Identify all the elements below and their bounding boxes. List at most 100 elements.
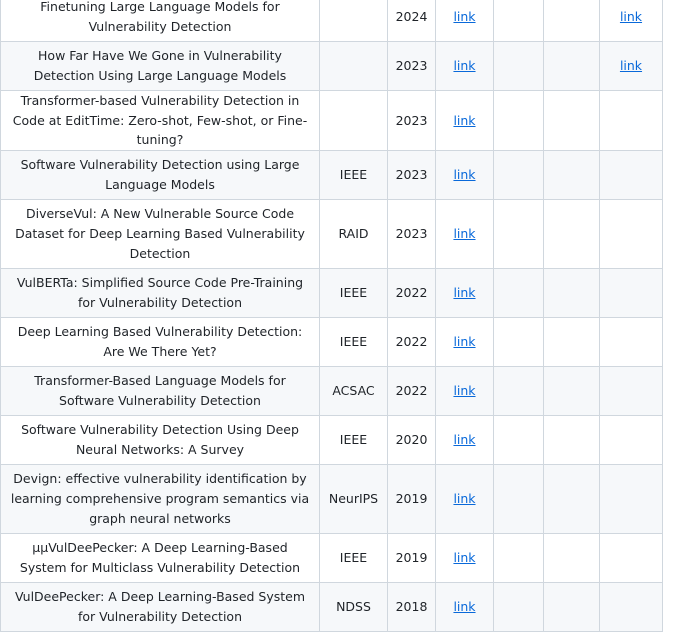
paper-link[interactable]: link <box>453 599 475 614</box>
empty-cell <box>493 0 544 42</box>
paper-venue: IEEE <box>319 532 388 583</box>
empty-cell <box>543 198 600 269</box>
paper-link[interactable]: link <box>453 113 475 128</box>
empty-cell <box>493 149 544 200</box>
empty-cell <box>543 316 600 367</box>
paper-title: Deep Learning Based Vulnerability Detect… <box>0 316 320 367</box>
paper-link-cell: link <box>435 0 494 42</box>
code-link[interactable]: link <box>620 58 642 73</box>
paper-venue: IEEE <box>319 316 388 367</box>
paper-year: 2020 <box>387 414 436 465</box>
paper-venue <box>319 90 388 151</box>
paper-year: 2023 <box>387 149 436 200</box>
table-row: How Far Have We Gone in Vulnerability De… <box>0 41 663 91</box>
empty-cell <box>543 365 600 416</box>
paper-link[interactable]: link <box>453 167 475 182</box>
paper-title: VulDeePecker: A Deep Learning-Based Syst… <box>0 581 320 632</box>
paper-link[interactable]: link <box>453 432 475 447</box>
paper-year: 2023 <box>387 198 436 269</box>
paper-link-cell: link <box>435 316 494 367</box>
table-row: Finetuning Large Language Models for Vul… <box>0 0 663 42</box>
paper-year: 2022 <box>387 267 436 318</box>
paper-link[interactable]: link <box>453 334 475 349</box>
empty-cell <box>543 41 600 91</box>
paper-year: 2019 <box>387 532 436 583</box>
code-link-cell <box>599 316 663 367</box>
paper-venue <box>319 0 388 42</box>
code-link-cell <box>599 532 663 583</box>
empty-cell <box>493 463 544 534</box>
table-row: DiverseVul: A New Vulnerable Source Code… <box>0 198 663 269</box>
paper-venue: NDSS <box>319 581 388 632</box>
empty-cell <box>493 198 544 269</box>
paper-venue: IEEE <box>319 267 388 318</box>
paper-year: 2023 <box>387 90 436 151</box>
paper-title: μμVulDeePecker: A Deep Learning-Based Sy… <box>0 532 320 583</box>
paper-link[interactable]: link <box>453 285 475 300</box>
paper-link[interactable]: link <box>453 58 475 73</box>
code-link-cell <box>599 198 663 269</box>
paper-link[interactable]: link <box>453 550 475 565</box>
paper-link[interactable]: link <box>453 9 475 24</box>
empty-cell <box>543 581 600 632</box>
table-row: Software Vulnerability Detection using L… <box>0 149 663 200</box>
paper-title: Transformer-based Vulnerability Detectio… <box>0 90 320 151</box>
paper-venue: IEEE <box>319 149 388 200</box>
paper-link-cell: link <box>435 41 494 91</box>
paper-link-cell: link <box>435 365 494 416</box>
table-row: μμVulDeePecker: A Deep Learning-Based Sy… <box>0 532 663 583</box>
code-link-cell <box>599 463 663 534</box>
empty-cell <box>493 532 544 583</box>
paper-title: Devign: effective vulnerability identifi… <box>0 463 320 534</box>
empty-cell <box>493 316 544 367</box>
table-row: Software Vulnerability Detection Using D… <box>0 414 663 465</box>
paper-venue <box>319 41 388 91</box>
code-link-cell: link <box>599 41 663 91</box>
paper-year: 2022 <box>387 365 436 416</box>
paper-year: 2024 <box>387 0 436 42</box>
code-link-cell <box>599 149 663 200</box>
paper-link-cell: link <box>435 463 494 534</box>
empty-cell <box>543 463 600 534</box>
paper-link-cell: link <box>435 267 494 318</box>
code-link-cell <box>599 365 663 416</box>
empty-cell <box>493 365 544 416</box>
code-link-cell <box>599 267 663 318</box>
code-link-cell <box>599 414 663 465</box>
paper-title: VulBERTa: Simplified Source Code Pre-Tra… <box>0 267 320 318</box>
paper-link-cell: link <box>435 149 494 200</box>
paper-link[interactable]: link <box>453 226 475 241</box>
paper-link[interactable]: link <box>453 383 475 398</box>
paper-title: Software Vulnerability Detection Using D… <box>0 414 320 465</box>
empty-cell <box>493 414 544 465</box>
paper-link-cell: link <box>435 198 494 269</box>
code-link-cell <box>599 581 663 632</box>
paper-table-container: Finetuning Large Language Models for Vul… <box>0 0 663 632</box>
paper-title: How Far Have We Gone in Vulnerability De… <box>0 41 320 91</box>
code-link-cell <box>599 90 663 151</box>
table-row: Transformer-based Vulnerability Detectio… <box>0 90 663 151</box>
paper-year: 2022 <box>387 316 436 367</box>
empty-cell <box>493 581 544 632</box>
table-row: Devign: effective vulnerability identifi… <box>0 463 663 534</box>
paper-venue: RAID <box>319 198 388 269</box>
paper-table: Finetuning Large Language Models for Vul… <box>0 0 663 632</box>
paper-link[interactable]: link <box>453 491 475 506</box>
empty-cell <box>543 267 600 318</box>
table-row: VulDeePecker: A Deep Learning-Based Syst… <box>0 581 663 632</box>
table-row: Transformer-Based Language Models for So… <box>0 365 663 416</box>
paper-title: Transformer-Based Language Models for So… <box>0 365 320 416</box>
empty-cell <box>493 90 544 151</box>
paper-venue: IEEE <box>319 414 388 465</box>
paper-year: 2018 <box>387 581 436 632</box>
empty-cell <box>543 149 600 200</box>
paper-venue: ACSAC <box>319 365 388 416</box>
empty-cell <box>543 414 600 465</box>
empty-cell <box>543 532 600 583</box>
paper-link-cell: link <box>435 581 494 632</box>
empty-cell <box>493 267 544 318</box>
paper-year: 2019 <box>387 463 436 534</box>
table-row: Deep Learning Based Vulnerability Detect… <box>0 316 663 367</box>
code-link[interactable]: link <box>620 9 642 24</box>
paper-title: Finetuning Large Language Models for Vul… <box>0 0 320 42</box>
